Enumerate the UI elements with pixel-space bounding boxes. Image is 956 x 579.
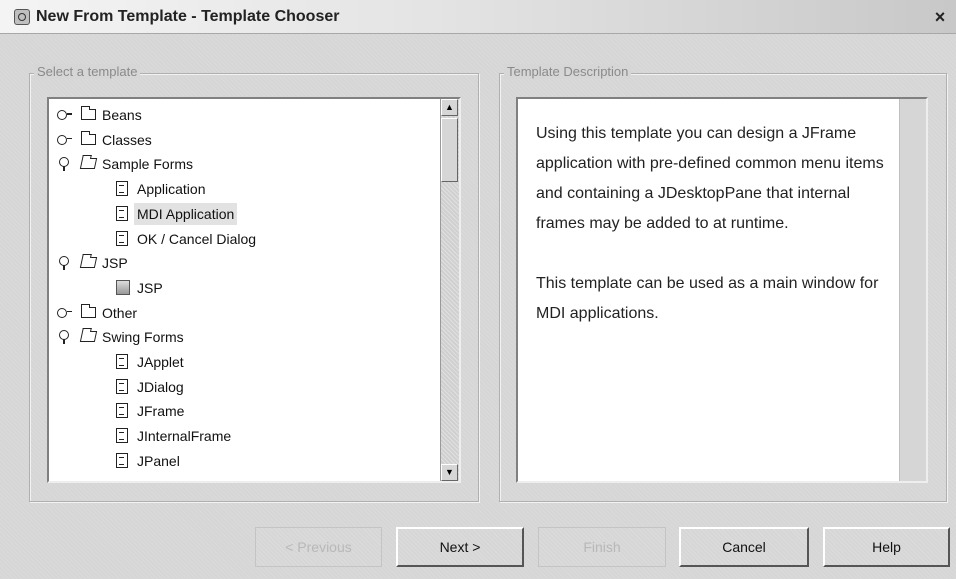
- template-description-label: Template Description: [504, 64, 632, 79]
- next-button[interactable]: Next >: [396, 527, 524, 567]
- scroll-up-button[interactable]: ▲: [441, 99, 458, 116]
- tree-item-label: JInternalFrame: [137, 428, 232, 445]
- tree-item-label: Classes: [102, 131, 152, 148]
- jsp-file-icon: [116, 279, 130, 295]
- title-bar: New From Template - Template Chooser ×: [0, 0, 956, 34]
- folder-icon: [80, 106, 96, 120]
- document-icon: [116, 403, 128, 419]
- tree-item-label: Other: [102, 304, 138, 321]
- tree-item-label: JApplet: [137, 354, 184, 370]
- collapsed-toggle-icon[interactable]: [57, 133, 73, 147]
- scroll-down-button[interactable]: ▼: [441, 464, 458, 481]
- folder-icon: [80, 303, 96, 318]
- tree-item-label: MDI Application: [134, 202, 238, 225]
- open-folder-icon: [79, 158, 98, 170]
- document-icon: [116, 428, 128, 444]
- app-icon: [14, 9, 30, 25]
- collapsed-toggle-icon[interactable]: [57, 108, 73, 122]
- open-folder-icon: [79, 331, 98, 343]
- help-button[interactable]: Help: [823, 527, 950, 567]
- tree-item-label: JSP: [102, 255, 128, 272]
- tree-scrollbar[interactable]: ▲ ▼: [440, 99, 459, 481]
- cancel-button[interactable]: Cancel: [679, 527, 809, 567]
- tree-item-label: Application: [137, 181, 206, 198]
- expanded-toggle-icon[interactable]: [57, 330, 73, 345]
- previous-button[interactable]: < Previous: [255, 527, 382, 567]
- tree-item-label: Swing Forms: [102, 329, 184, 346]
- tree-item-label: OK / Cancel Dialog: [137, 230, 257, 247]
- document-icon: [116, 181, 128, 197]
- description-paragraph-1: Using this template you can design a JFr…: [536, 125, 884, 232]
- tree-item[interactable]: JSP: [57, 252, 429, 274]
- tree-item[interactable]: Swing Forms: [57, 326, 429, 348]
- description-margin: [899, 99, 926, 481]
- description-panel: Using this template you can design a JFr…: [516, 97, 928, 483]
- expanded-toggle-icon[interactable]: [57, 256, 73, 271]
- tree-item[interactable]: Application: [116, 178, 429, 200]
- folder-icon: [80, 130, 96, 145]
- tree-item[interactable]: JSP: [116, 277, 429, 299]
- template-tree[interactable]: Beans Classes Sample Forms Application MDI A…: [47, 97, 461, 483]
- tree-item[interactable]: Sample Forms: [57, 153, 429, 175]
- document-icon: [116, 452, 128, 468]
- tree-item[interactable]: OK / Cancel Dialog: [116, 228, 429, 250]
- collapsed-toggle-icon[interactable]: [57, 306, 73, 320]
- tree-item[interactable]: JDialog: [116, 376, 429, 398]
- tree-item[interactable]: MDI Application: [116, 202, 429, 225]
- description-paragraph-2: This template can be used as a main wind…: [536, 275, 879, 322]
- tree-item-label: Beans: [102, 107, 142, 123]
- tree-item[interactable]: JPanel: [116, 450, 429, 472]
- template-chooser-dialog: New From Template - Template Chooser × S…: [0, 0, 956, 579]
- document-icon: [116, 230, 128, 246]
- document-icon: [116, 205, 128, 221]
- description-text: Using this template you can design a JFr…: [536, 119, 892, 359]
- scroll-thumb[interactable]: [441, 118, 458, 182]
- window-title: New From Template - Template Chooser: [36, 8, 340, 25]
- tree-item[interactable]: Classes: [57, 129, 429, 151]
- tree-item-label: JPanel: [137, 452, 180, 469]
- tree-item-label: JFrame: [137, 403, 185, 420]
- document-icon: [116, 354, 128, 369]
- document-icon: [116, 378, 128, 394]
- open-folder-icon: [79, 257, 98, 269]
- finish-button[interactable]: Finish: [538, 527, 666, 567]
- tree-item-label: JDialog: [137, 378, 184, 395]
- expanded-toggle-icon[interactable]: [57, 157, 73, 172]
- select-template-label: Select a template: [34, 64, 141, 79]
- tree-item-label: Sample Forms: [102, 156, 194, 173]
- tree-item[interactable]: JFrame: [116, 400, 429, 422]
- tree-item[interactable]: JInternalFrame: [116, 425, 429, 447]
- tree-item-label: JSP: [137, 279, 163, 296]
- tree-item[interactable]: Other: [57, 302, 429, 324]
- tree-item[interactable]: Beans: [57, 104, 429, 126]
- close-button[interactable]: ×: [930, 6, 950, 28]
- tree-item[interactable]: JApplet: [116, 351, 429, 373]
